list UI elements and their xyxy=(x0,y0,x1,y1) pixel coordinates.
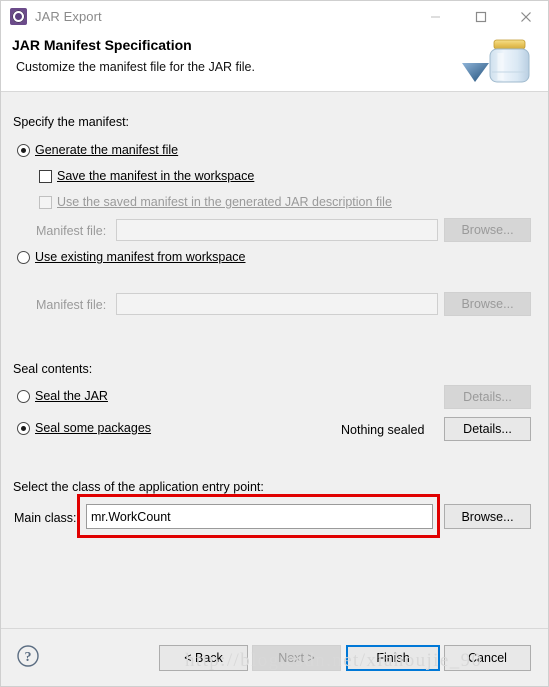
page-subtitle: Customize the manifest file for the JAR … xyxy=(16,60,255,74)
entry-point-label: Select the class of the application entr… xyxy=(13,480,264,494)
radio-seal-jar-indicator xyxy=(17,389,30,403)
radio-seal-jar[interactable]: Seal the JAR xyxy=(17,389,108,403)
browse-button-1: Browse... xyxy=(444,218,531,242)
manifest-file-input-2 xyxy=(116,293,438,315)
radio-use-existing-manifest[interactable]: Use existing manifest from workspace xyxy=(17,250,246,264)
manifest-file-input-1 xyxy=(116,219,438,241)
next-button: Next > xyxy=(252,645,341,671)
jar-export-dialog: JAR Export JAR Manifest Specification Cu… xyxy=(0,0,549,687)
checkbox-save-manifest-label: Save the manifest in the workspace xyxy=(57,169,255,183)
page-title: JAR Manifest Specification xyxy=(12,37,192,53)
maximize-icon[interactable] xyxy=(458,1,503,32)
checkbox-use-saved-manifest-label: Use the saved manifest in the generated … xyxy=(57,195,392,209)
radio-use-existing-manifest-label: Use existing manifest from workspace xyxy=(35,250,246,264)
checkbox-use-saved-manifest-indicator xyxy=(39,195,52,209)
back-button[interactable]: < Back xyxy=(159,645,248,671)
radio-seal-jar-label: Seal the JAR xyxy=(35,389,108,403)
checkbox-use-saved-manifest: Use the saved manifest in the generated … xyxy=(39,195,392,209)
checkbox-save-manifest[interactable]: Save the manifest in the workspace xyxy=(39,169,254,183)
finish-button[interactable]: Finish xyxy=(346,645,440,671)
radio-seal-some-packages[interactable]: Seal some packages xyxy=(17,421,151,435)
checkbox-save-manifest-indicator xyxy=(39,169,52,183)
manifest-file-label-2: Manifest file: xyxy=(36,298,107,312)
help-icon[interactable]: ? xyxy=(16,644,40,668)
dialog-header: JAR Manifest Specification Customize the… xyxy=(1,32,548,92)
radio-seal-some-packages-indicator xyxy=(17,421,30,435)
seal-status-text: Nothing sealed xyxy=(341,423,425,437)
main-class-label: Main class: xyxy=(14,511,77,525)
title-bar: JAR Export xyxy=(1,1,548,32)
main-class-browse-button[interactable]: Browse... xyxy=(444,504,531,529)
window-controls xyxy=(413,1,548,32)
jar-export-cog-icon xyxy=(10,8,27,25)
minimize-icon[interactable] xyxy=(413,1,458,32)
seal-contents-label: Seal contents: xyxy=(13,362,93,376)
close-icon[interactable] xyxy=(503,1,548,32)
svg-text:?: ? xyxy=(25,650,32,665)
main-class-input[interactable]: mr.WorkCount xyxy=(86,504,433,529)
radio-seal-some-packages-label: Seal some packages xyxy=(35,421,152,435)
specify-manifest-label: Specify the manifest: xyxy=(13,115,130,129)
cancel-button[interactable]: Cancel xyxy=(444,645,531,671)
radio-generate-manifest-label: Generate the manifest file xyxy=(35,143,179,157)
window-title: JAR Export xyxy=(35,9,102,24)
dialog-body: Specify the manifest: Generate the manif… xyxy=(1,92,548,628)
radio-generate-manifest[interactable]: Generate the manifest file xyxy=(17,143,178,157)
jar-bottle-icon xyxy=(462,39,530,83)
radio-use-existing-manifest-indicator xyxy=(17,250,30,264)
seal-jar-details-button: Details... xyxy=(444,385,531,409)
seal-some-details-button[interactable]: Details... xyxy=(444,417,531,441)
dialog-footer: ? < Back Next > Finish Cancel xyxy=(1,628,548,686)
radio-generate-manifest-indicator xyxy=(17,143,30,157)
manifest-file-label-1: Manifest file: xyxy=(36,224,107,238)
browse-button-2: Browse... xyxy=(444,292,531,316)
